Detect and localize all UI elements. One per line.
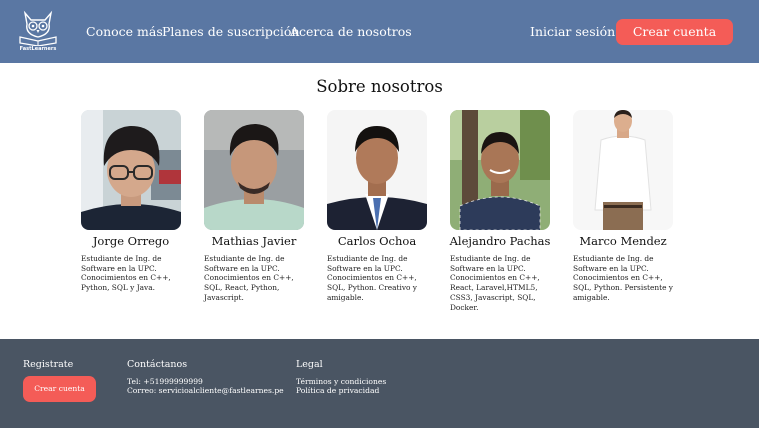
- footer-register-heading: Registrate: [23, 359, 74, 370]
- member-description: Estudiante de Ing. de Software en la UPC…: [327, 254, 417, 302]
- footer: Registrate Crear cuenta Contáctanos Tel:…: [0, 339, 759, 428]
- signup-button[interactable]: Crear cuenta: [616, 19, 733, 45]
- page-title: Sobre nosotros: [316, 77, 443, 96]
- member-photo: [204, 110, 304, 230]
- nav-link-acerca[interactable]: Acerca de nosotros: [290, 24, 412, 39]
- member-description: Estudiante de Ing. de Software en la UPC…: [204, 254, 294, 302]
- member-name: Alejandro Pachas: [449, 234, 551, 248]
- member-name: Carlos Ochoa: [337, 234, 417, 248]
- logo[interactable]: FastLearners: [17, 10, 59, 54]
- member-photo: [573, 110, 673, 230]
- member-name: Jorge Orrego: [92, 234, 170, 248]
- member-name: Marco Mendez: [579, 234, 667, 248]
- portrait-image: [204, 110, 304, 230]
- member-photo: [327, 110, 427, 230]
- navbar: FastLearners Conoce más Planes de suscri…: [0, 0, 759, 63]
- owl-logo-icon: [19, 10, 57, 46]
- team-member-card: Jorge Orrego Estudiante de Ing. de Softw…: [81, 110, 181, 292]
- portrait-image: [573, 110, 673, 230]
- footer-phone: Tel: +51999999999: [127, 377, 203, 386]
- footer-legal-heading: Legal: [296, 359, 323, 370]
- nav-link-planes[interactable]: Planes de suscripción: [162, 24, 300, 39]
- portrait-image: [327, 110, 427, 230]
- portrait-image: [450, 110, 550, 230]
- member-photo: [81, 110, 181, 230]
- member-description: Estudiante de Ing. de Software en la UPC…: [450, 254, 540, 312]
- team-member-card: Mathias Javier Estudiante de Ing. de Sof…: [204, 110, 304, 302]
- nav-link-conoce-mas[interactable]: Conoce más: [86, 24, 163, 39]
- portrait-image: [81, 110, 181, 230]
- footer-signup-button[interactable]: Crear cuenta: [23, 376, 96, 402]
- team-member-card: Alejandro Pachas Estudiante de Ing. de S…: [450, 110, 550, 312]
- logo-text: FastLearners: [19, 46, 57, 52]
- footer-terms-link[interactable]: Términos y condiciones: [296, 377, 386, 386]
- team-member-card: Marco Mendez Estudiante de Ing. de Softw…: [573, 110, 673, 302]
- login-link[interactable]: Iniciar sesión: [530, 24, 615, 39]
- team-member-card: Carlos Ochoa Estudiante de Ing. de Softw…: [327, 110, 427, 302]
- member-description: Estudiante de Ing. de Software en la UPC…: [81, 254, 171, 293]
- footer-contact-heading: Contáctanos: [127, 359, 188, 370]
- footer-privacy-link[interactable]: Política de privacidad: [296, 386, 379, 395]
- footer-email[interactable]: Correo: servicioalcliente@fastlearnes.pe: [127, 386, 284, 395]
- member-description: Estudiante de Ing. de Software en la UPC…: [573, 254, 673, 302]
- member-name: Mathias Javier: [211, 234, 297, 248]
- member-photo: [450, 110, 550, 230]
